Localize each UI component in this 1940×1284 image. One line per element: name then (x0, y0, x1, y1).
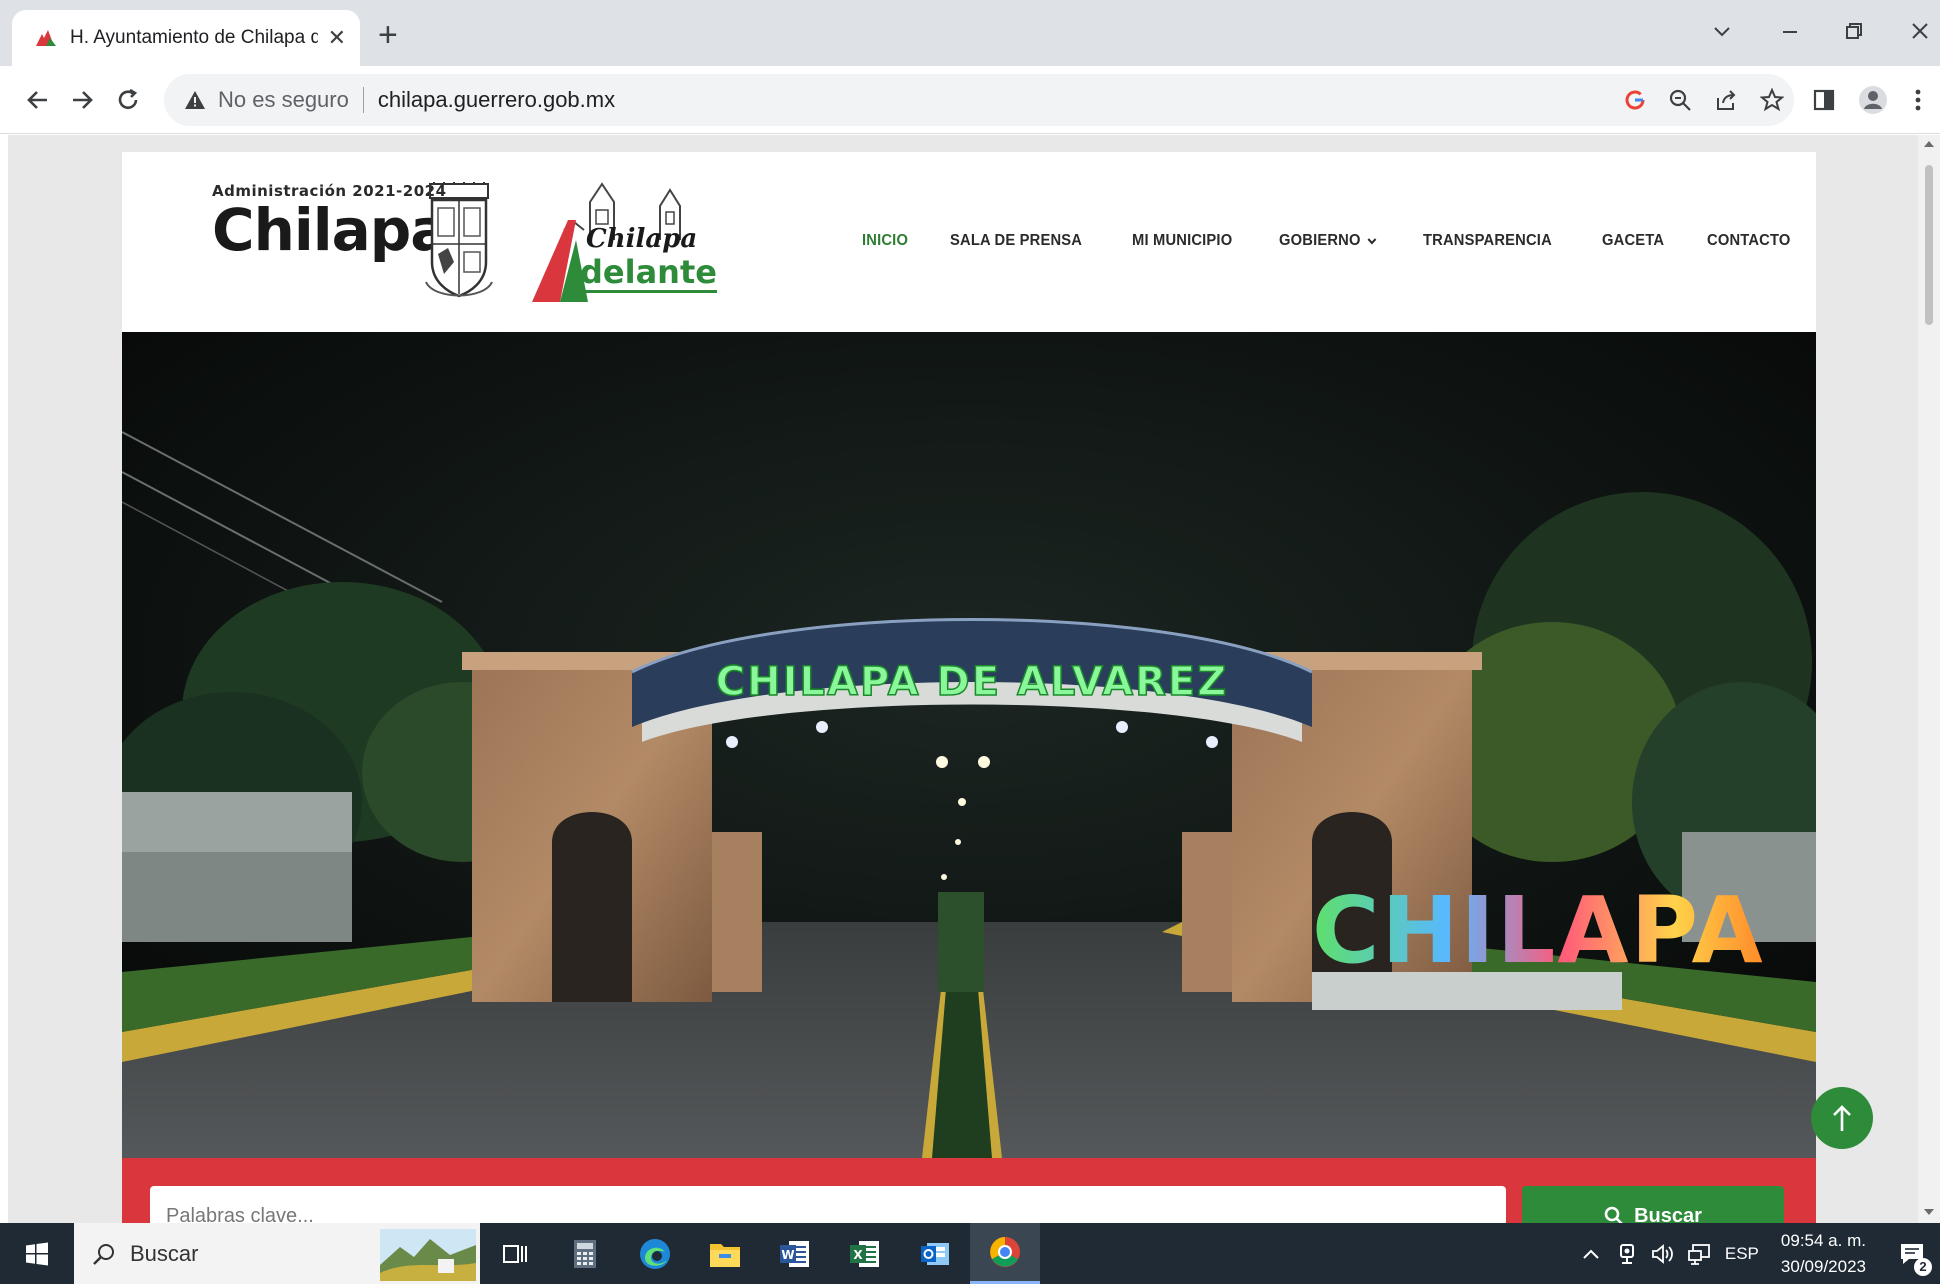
slogan-bottom: delante (580, 253, 717, 293)
calculator-app-icon[interactable] (550, 1223, 620, 1284)
new-tab-button[interactable]: + (378, 18, 398, 52)
notifications-button[interactable]: 2 (1884, 1223, 1940, 1284)
search-button[interactable]: Buscar (1522, 1186, 1784, 1223)
arrow-up-icon (1833, 1105, 1851, 1131)
back-arrow-icon[interactable] (18, 80, 58, 120)
excel-app-icon[interactable]: X (830, 1223, 900, 1284)
chilapa-adelante-logo: Chilapa delante (530, 180, 717, 315)
minimize-icon[interactable] (1780, 12, 1800, 52)
scroll-thumb[interactable] (1925, 165, 1933, 325)
slogan-top: Chilapa (586, 224, 698, 254)
tab-close-icon[interactable]: ✕ (328, 25, 346, 51)
notification-count-badge: 2 (1914, 1258, 1932, 1276)
taskbar-search-box[interactable]: Buscar (74, 1223, 480, 1284)
browser-toolbar: No es seguro chilapa.guerrero.gob.mx (0, 66, 1940, 134)
show-hidden-icons-chevron-up-icon[interactable] (1573, 1223, 1609, 1284)
task-view-icon[interactable] (480, 1223, 550, 1284)
hero-photo-scene: CHILAPA DE ALVAREZ CHILAPA (122, 332, 1816, 1158)
reload-icon[interactable] (108, 80, 148, 120)
search-highlight-image-icon (380, 1229, 476, 1281)
nav-transparencia[interactable]: TRANSPARENCIA (1423, 232, 1552, 250)
browser-tab[interactable]: H. Ayuntamiento de Chilapa de ✕ (12, 10, 360, 66)
windows-taskbar: Buscar W X ESP 09:54 a. m. 30/09/2023 2 (0, 1223, 1940, 1284)
word-app-icon[interactable]: W (760, 1223, 830, 1284)
input-language-indicator[interactable]: ESP (1725, 1244, 1759, 1264)
clock-time: 09:54 a. m. (1780, 1230, 1866, 1250)
browser-menu-icon[interactable] (1914, 80, 1922, 120)
chevron-down-icon (1367, 238, 1376, 245)
page-viewport: Administración 2021-2024 Chilapa Chilapa… (8, 135, 1918, 1223)
scroll-up-arrow-icon[interactable] (1924, 141, 1934, 147)
network-monitor-icon[interactable] (1681, 1223, 1717, 1284)
scroll-down-arrow-icon[interactable] (1924, 1209, 1934, 1215)
search-button-label: Buscar (1634, 1204, 1702, 1224)
search-icon (1604, 1206, 1623, 1223)
back-to-top-button[interactable] (1811, 1087, 1873, 1149)
nav-contacto[interactable]: CONTACTO (1707, 232, 1791, 250)
clock-date: 30/09/2023 (1780, 1256, 1866, 1276)
omnibox-divider (362, 87, 364, 113)
url-text[interactable]: chilapa.guerrero.gob.mx (378, 87, 615, 113)
zoom-icon[interactable] (1668, 88, 1692, 112)
warning-triangle-icon (185, 91, 205, 109)
main-navigation: INICIO SALA DE PRENSA MI MUNICIPIO GOBIE… (862, 232, 1798, 250)
nav-gobierno-label: GOBIERNO (1278, 232, 1361, 249)
profile-avatar-icon[interactable] (1858, 80, 1888, 120)
address-bar[interactable]: No es seguro chilapa.guerrero.gob.mx (164, 74, 1794, 126)
chilapa-logo[interactable]: Administración 2021-2024 Chilapa (212, 182, 449, 264)
svg-text:W: W (781, 1248, 794, 1262)
outlook-app-icon[interactable] (900, 1223, 970, 1284)
edge-browser-icon[interactable] (620, 1223, 690, 1284)
start-button[interactable] (0, 1223, 74, 1284)
taskbar-search-icon (93, 1243, 114, 1265)
site-favicon-icon (36, 30, 56, 46)
tab-title: H. Ayuntamiento de Chilapa de (70, 27, 318, 48)
forward-arrow-icon[interactable] (62, 80, 102, 120)
coat-of-arms-icon (425, 182, 493, 298)
volume-speaker-icon[interactable] (1645, 1223, 1681, 1284)
chrome-app-icon[interactable] (970, 1223, 1040, 1284)
nav-mi-municipio[interactable]: MI MUNICIPIO (1132, 232, 1232, 250)
security-status-label[interactable]: No es seguro (218, 87, 349, 113)
side-panel-icon[interactable] (1812, 80, 1836, 120)
taskbar-clock[interactable]: 09:54 a. m. 30/09/2023 (1781, 1228, 1866, 1280)
browser-tabbar: H. Ayuntamiento de Chilapa de ✕ + (0, 0, 1940, 66)
file-explorer-icon[interactable] (690, 1223, 760, 1284)
bookmark-star-icon[interactable] (1760, 88, 1784, 112)
restore-icon[interactable] (1844, 12, 1864, 52)
keyword-search-input[interactable] (150, 1186, 1506, 1223)
system-tray: ESP 09:54 a. m. 30/09/2023 2 (1573, 1223, 1940, 1284)
nav-sala-de-prensa[interactable]: SALA DE PRENSA (950, 232, 1082, 250)
close-window-icon[interactable] (1910, 12, 1930, 52)
nav-gobierno[interactable]: GOBIERNO (1279, 232, 1377, 250)
nav-inicio[interactable]: INICIO (862, 232, 908, 250)
brand-wordmark: Chilapa (212, 196, 449, 264)
site-header: Administración 2021-2024 Chilapa Chilapa… (122, 152, 1816, 332)
search-band: Buscar (122, 1158, 1816, 1223)
windows-logo-icon (26, 1242, 48, 1265)
website-container: Administración 2021-2024 Chilapa Chilapa… (122, 152, 1816, 1223)
svg-text:X: X (853, 1248, 863, 1262)
hero-image: CHILAPA DE ALVAREZ CHILAPA (122, 332, 1816, 1158)
tab-search-chevron-icon[interactable] (1712, 12, 1732, 52)
meeting-camera-icon[interactable] (1609, 1223, 1645, 1284)
arch-sign-text: CHILAPA DE ALVAREZ (716, 659, 1228, 705)
taskbar-search-label: Buscar (130, 1240, 199, 1266)
nav-gaceta[interactable]: GACETA (1602, 232, 1664, 250)
google-lens-icon[interactable] (1624, 89, 1646, 111)
omnibox-actions (1624, 74, 1784, 126)
chilapa-letters-sign: CHILAPA (1312, 877, 1765, 984)
share-icon[interactable] (1714, 88, 1738, 112)
page-scrollbar[interactable] (1918, 135, 1940, 1223)
